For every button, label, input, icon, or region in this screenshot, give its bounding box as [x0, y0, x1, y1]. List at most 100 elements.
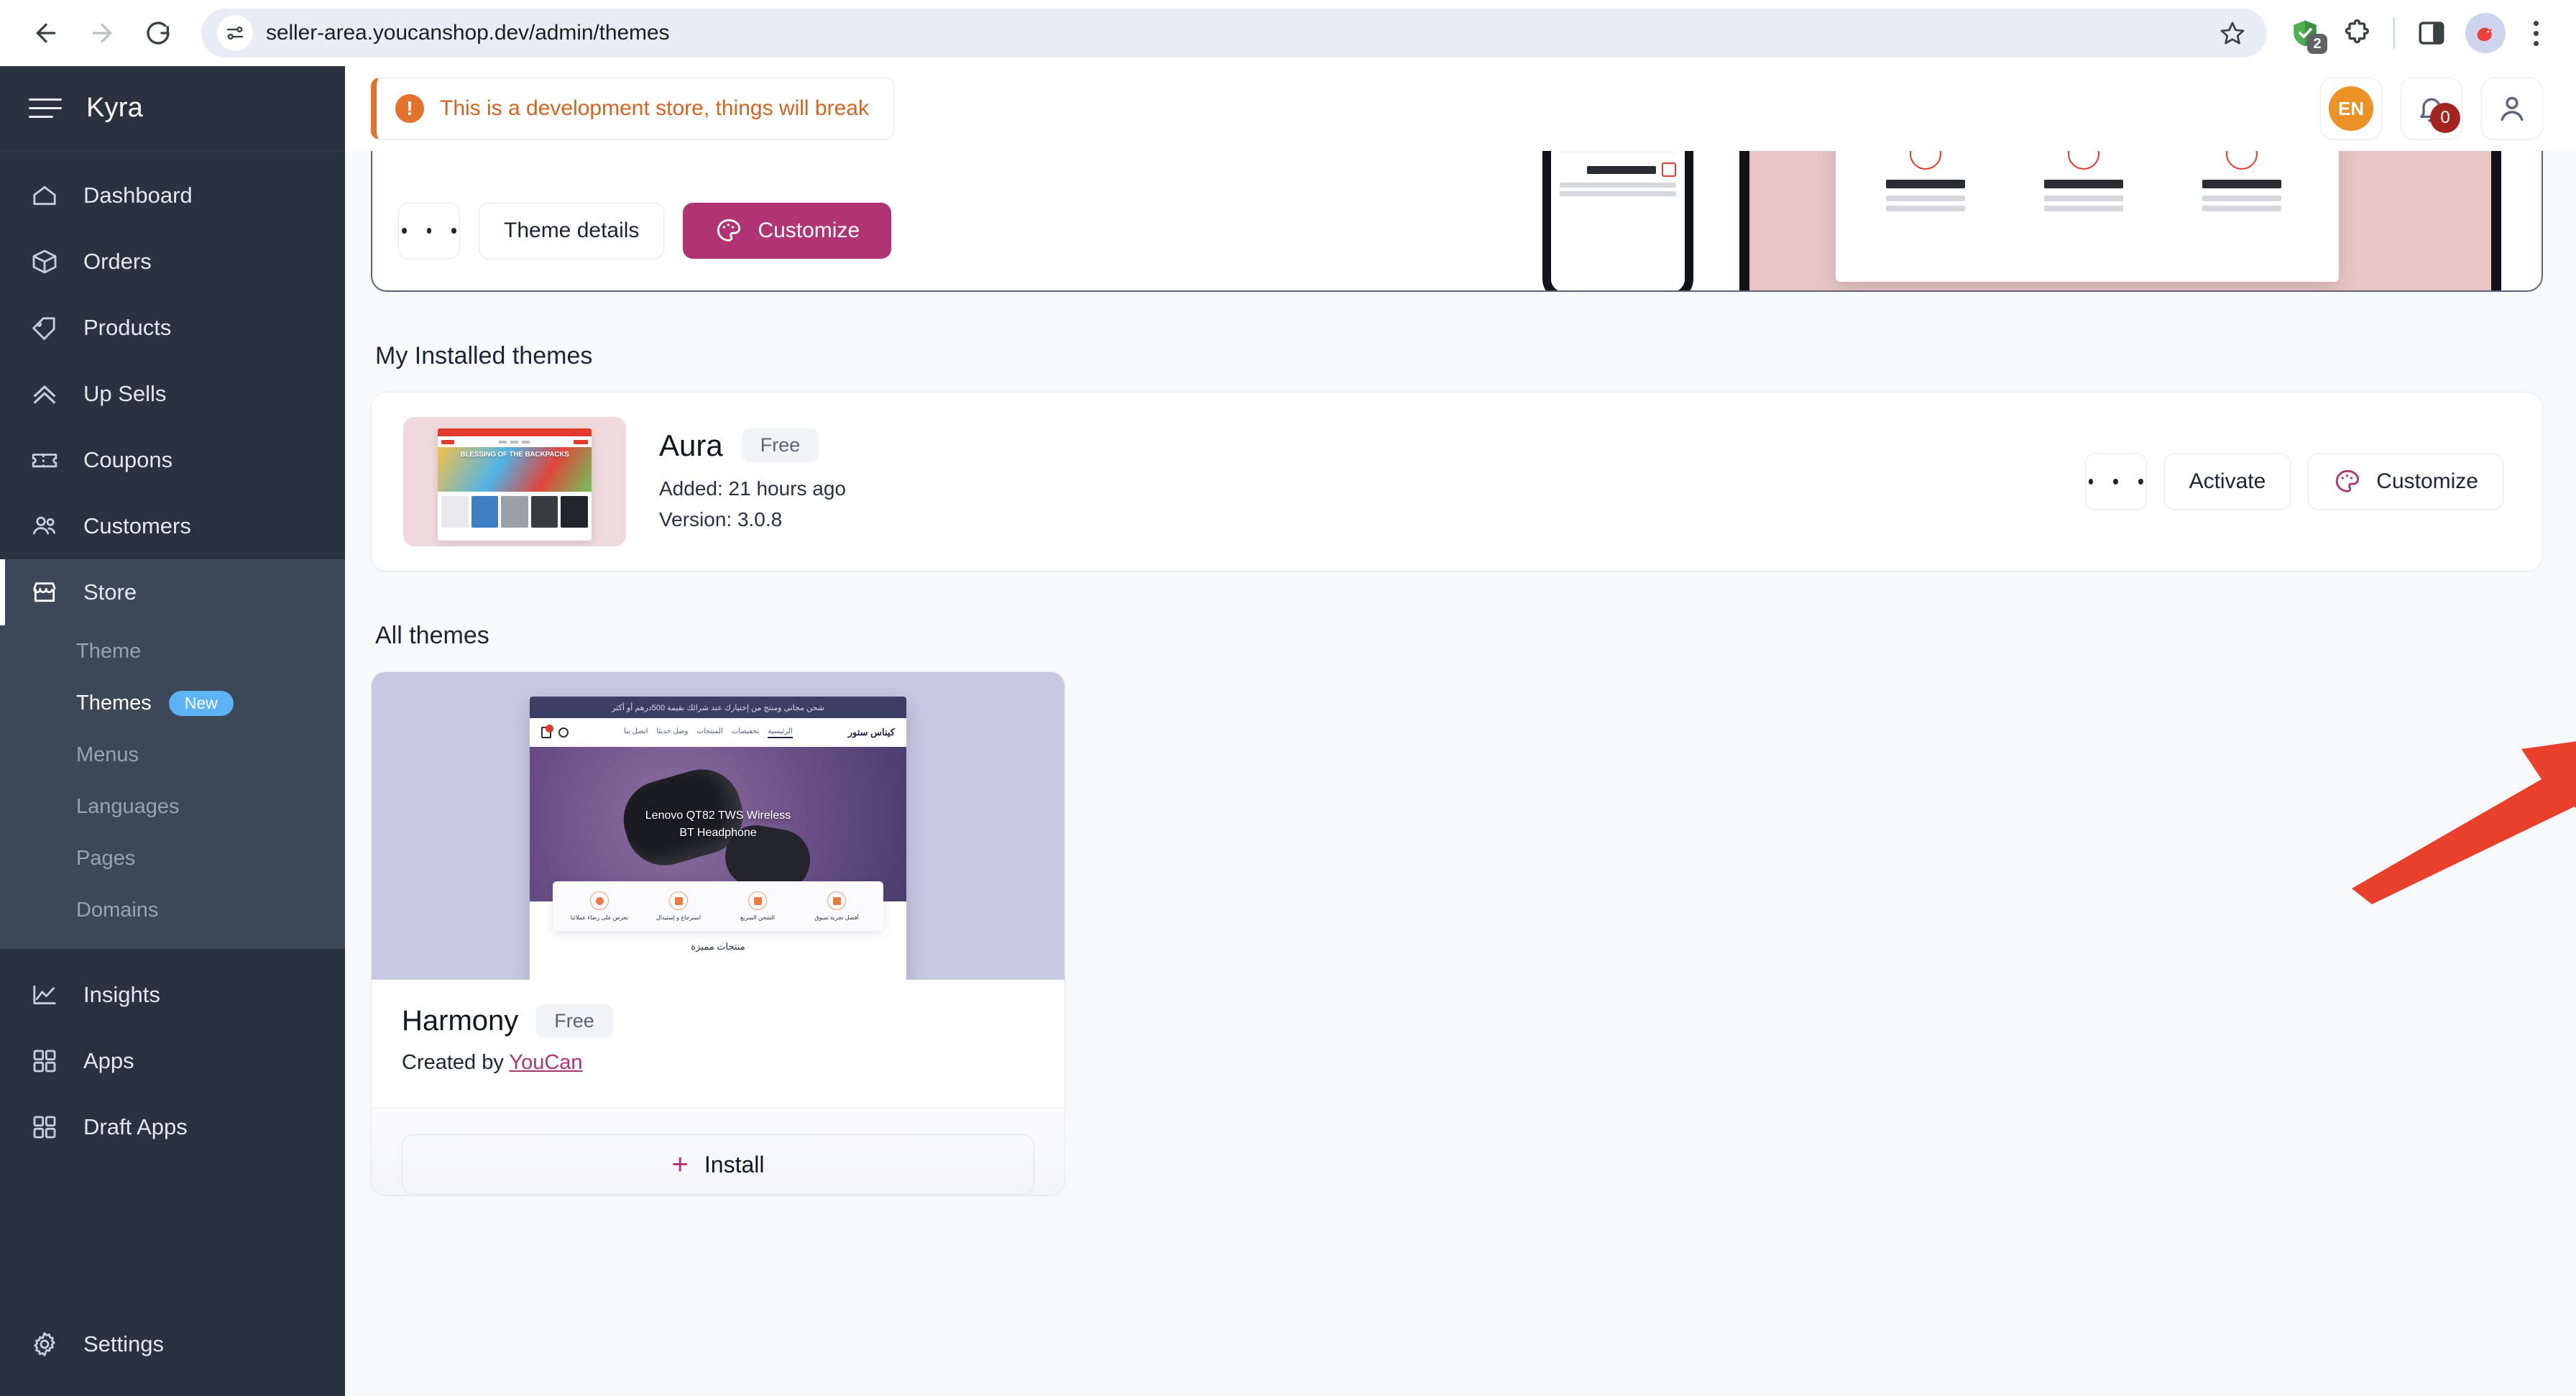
- sidebar-item-customers[interactable]: Customers: [0, 493, 345, 559]
- install-button[interactable]: + Install: [402, 1134, 1034, 1195]
- sidebar-subitem-themes[interactable]: Themes New: [0, 677, 345, 729]
- sidebar-item-label: Store: [83, 579, 137, 605]
- star-icon[interactable]: [2214, 14, 2251, 52]
- sidebar-item-insights[interactable]: Insights: [0, 962, 345, 1028]
- sidebar-item-store[interactable]: Store: [0, 559, 345, 625]
- tablet-preview-mock: [1739, 151, 2501, 290]
- preview-store-name: كيناس ستور: [847, 727, 895, 738]
- app-shell: Kyra Dashboard Orders Products Up Sells …: [0, 66, 2576, 1396]
- address-bar[interactable]: seller-area.youcanshop.dev/admin/themes: [201, 9, 2267, 58]
- installed-themes-heading: My Installed themes: [375, 342, 593, 369]
- theme-card-title-row: Harmony Free: [402, 1004, 1034, 1038]
- alert-icon: !: [395, 94, 424, 123]
- theme-name: Aura: [659, 428, 723, 462]
- theme-name: Harmony: [402, 1005, 519, 1037]
- extension-badge-count: 2: [2307, 34, 2327, 54]
- customize-label: Customize: [2376, 469, 2478, 493]
- sidebar-subitem-menus[interactable]: Menus: [0, 729, 345, 781]
- browser-toolbar: seller-area.youcanshop.dev/admin/themes …: [0, 0, 2576, 66]
- shield-extension-button[interactable]: 2: [2281, 9, 2329, 57]
- side-panel-button[interactable]: [2408, 9, 2455, 57]
- active-theme-more-button[interactable]: [398, 203, 460, 259]
- box-icon: [29, 246, 60, 277]
- reload-icon: [147, 22, 170, 45]
- installed-theme-customize-button[interactable]: Customize: [2308, 454, 2503, 510]
- back-arrow-icon: [36, 23, 56, 43]
- installed-theme-more-button[interactable]: [2084, 454, 2147, 510]
- sidebar-item-label: Customers: [83, 513, 191, 538]
- grid-icon: [29, 1045, 60, 1077]
- theme-added-date: Added: 21 hours ago: [659, 477, 846, 500]
- price-badge: Free: [535, 1004, 613, 1038]
- dev-banner-text: This is a development store, things will…: [440, 96, 869, 120]
- sidebar-item-dashboard[interactable]: Dashboard: [0, 162, 345, 229]
- language-code: EN: [2329, 86, 2373, 131]
- activate-button[interactable]: Activate: [2163, 454, 2291, 510]
- sidebar-item-products[interactable]: Products: [0, 295, 345, 361]
- sidebar-item-label: Products: [83, 315, 172, 340]
- sidebar-item-settings[interactable]: Settings: [0, 1311, 345, 1377]
- browser-menu-button[interactable]: [2516, 20, 2556, 46]
- sidebar-subitem-pages[interactable]: Pages: [0, 832, 345, 884]
- sidebar-item-draft-apps[interactable]: Draft Apps: [0, 1094, 345, 1160]
- activate-label: Activate: [2189, 469, 2266, 493]
- installed-theme-actions: Activate Customize: [2084, 454, 2503, 510]
- sidebar-item-coupons[interactable]: Coupons: [0, 427, 345, 493]
- sidebar-item-label: Settings: [83, 1331, 165, 1356]
- sidebar-item-label: Dashboard: [83, 183, 193, 208]
- theme-card-harmony[interactable]: شحن مجاني ومنتج من إختيارك عند شرائك بقي…: [371, 671, 1065, 1195]
- notification-count-badge: 0: [2430, 103, 2460, 133]
- sidebar-subitem-label: Themes: [76, 691, 152, 715]
- development-store-banner: ! This is a development store, things wi…: [371, 78, 894, 139]
- sidebar-item-orders[interactable]: Orders: [0, 229, 345, 295]
- sidebar-subitem-label: Menus: [76, 743, 139, 766]
- profile-avatar[interactable]: [2465, 13, 2506, 53]
- notifications-button[interactable]: 0: [2401, 78, 2462, 139]
- sidebar-nav: Dashboard Orders Products Up Sells Coupo…: [0, 151, 345, 1311]
- active-theme-preview: [1542, 151, 2542, 290]
- url-text: seller-area.youcanshop.dev/admin/themes: [266, 21, 670, 45]
- theme-details-label: Theme details: [504, 219, 640, 242]
- sidebar-subitem-label: Theme: [76, 639, 142, 663]
- sidebar-item-apps[interactable]: Apps: [0, 1028, 345, 1094]
- theme-version: Version: 3.0.8: [659, 508, 783, 531]
- theme-card-preview: شحن مجاني ومنتج من إختيارك عند شرائك بقي…: [372, 672, 1064, 980]
- sidebar-item-up-sells[interactable]: Up Sells: [0, 361, 345, 427]
- back-button[interactable]: [20, 7, 72, 59]
- brand-name: Kyra: [86, 93, 143, 123]
- sidebar-subitem-label: Languages: [76, 794, 180, 818]
- top-bar: ! This is a development store, things wi…: [345, 66, 2576, 151]
- all-themes-grid: شحن مجاني ومنتج من إختيارك عند شرائك بقي…: [371, 671, 2543, 1195]
- line-chart-icon: [29, 979, 60, 1011]
- language-switcher-button[interactable]: EN: [2320, 78, 2382, 139]
- price-badge: Free: [741, 428, 819, 463]
- hamburger-icon[interactable]: [29, 98, 62, 118]
- thumbnail-headline: BLESSING OF THE BACKPACKS: [460, 451, 569, 459]
- sidebar-subitem-languages[interactable]: Languages: [0, 781, 345, 832]
- storefront-icon: [29, 577, 60, 608]
- sidebar-item-label: Insights: [83, 982, 160, 1007]
- sidebar-item-label: Up Sells: [83, 381, 167, 406]
- installed-theme-title-row: Aura Free: [659, 428, 2052, 463]
- sidebar-subitem-theme[interactable]: Theme: [0, 625, 345, 677]
- preview-headline-line1: Lenovo QT82 TWS Wireless: [645, 809, 791, 822]
- sidebar-header: Kyra: [0, 66, 345, 151]
- active-theme-customize-button[interactable]: Customize: [683, 203, 892, 259]
- users-icon: [29, 510, 60, 542]
- account-button[interactable]: [2481, 78, 2543, 139]
- palette-icon: [717, 219, 741, 242]
- sidebar-subitem-domains[interactable]: Domains: [0, 884, 345, 936]
- theme-details-button[interactable]: Theme details: [479, 203, 665, 259]
- forward-button[interactable]: [76, 7, 128, 59]
- extensions-button[interactable]: [2333, 9, 2380, 57]
- sidebar-footer: Settings: [0, 1311, 345, 1396]
- creator-link[interactable]: YouCan: [509, 1051, 582, 1074]
- bell-icon: 0: [2411, 88, 2460, 133]
- reload-button[interactable]: [132, 7, 184, 59]
- phone-preview-mock: [1542, 151, 1693, 290]
- tag-icon: [29, 312, 60, 344]
- sidebar-item-label: Apps: [83, 1048, 134, 1073]
- store-submenu: Theme Themes New Menus Languages Pages D…: [0, 625, 345, 949]
- site-settings-icon[interactable]: [217, 15, 253, 51]
- sidebar-item-label: Orders: [83, 249, 152, 274]
